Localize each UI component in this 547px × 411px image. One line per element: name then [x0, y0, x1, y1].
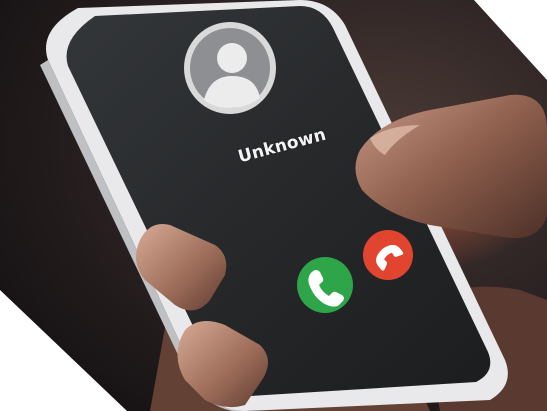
phone-answer-icon[interactable] [297, 257, 353, 313]
photo-scene: Unknown [0, 0, 547, 411]
person-silhouette-icon [184, 22, 276, 114]
scene-illustration [0, 0, 547, 411]
phone-decline-icon[interactable] [363, 230, 413, 280]
